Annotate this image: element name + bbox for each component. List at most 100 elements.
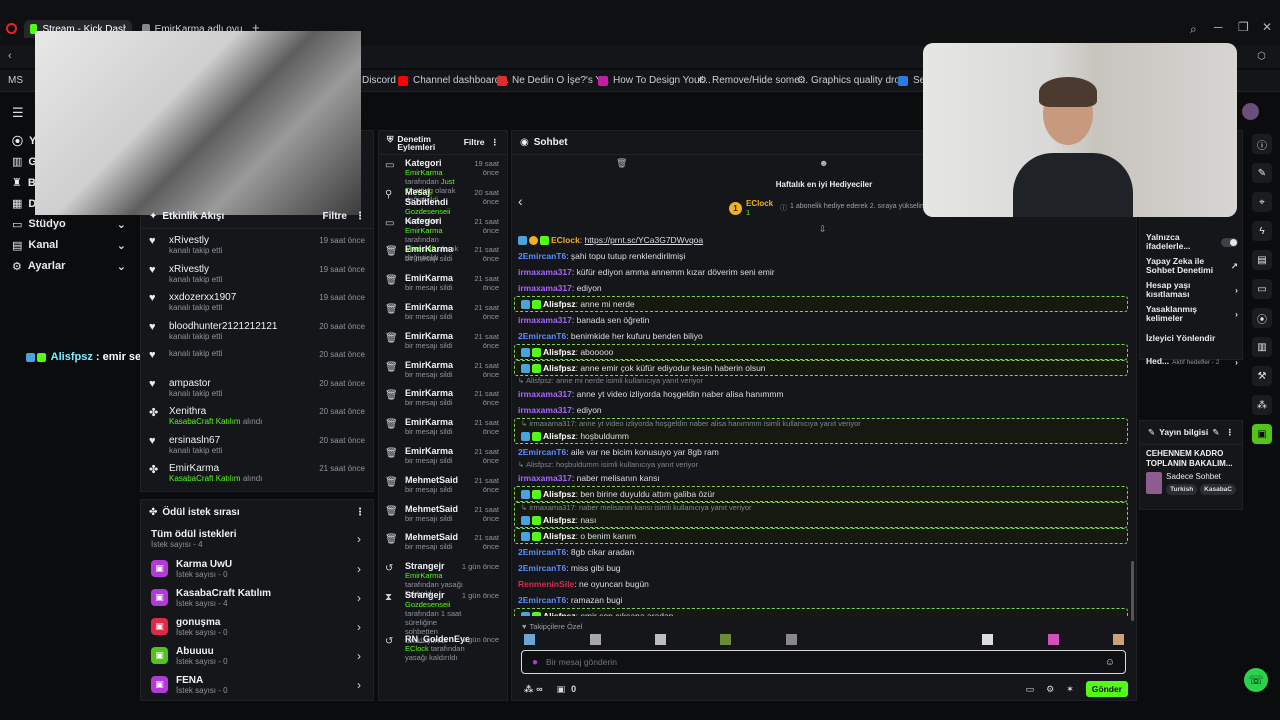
gear-icon[interactable]: ⚙ — [1046, 684, 1054, 695]
emote-icon[interactable] — [1113, 634, 1124, 645]
activity-row[interactable]: ✤ EmirKarma KasabaCraft Katılım alındı 21 s… — [141, 459, 373, 488]
chat-message[interactable]: ↳ irmaxama317: naber melisanın kansı isi… — [514, 502, 1128, 528]
more-options-icon[interactable]: ⋮ — [491, 137, 500, 148]
activity-user[interactable]: bloodhunter2121212121 — [169, 321, 277, 332]
chat-username[interactable]: irmaxama317 — [518, 389, 572, 399]
emote-icon[interactable] — [524, 634, 535, 645]
reward-row[interactable]: ▣ Karma UwU İstek sayısı - 0 › — [141, 554, 373, 583]
activity-row[interactable]: ♥ ersinasln67 kanalı takip etti 20 saat önc… — [141, 431, 373, 460]
gift-icon[interactable]: ▣ — [557, 684, 566, 695]
bookmark-ne-dedin[interactable]: Ne Dedin O İşe?'s Y... — [497, 75, 609, 86]
activity-user[interactable]: Xenithra — [169, 406, 262, 417]
chat-message[interactable]: Alisfpsz: anne emir çok küfür ediyodur k… — [514, 360, 1128, 376]
moderation-row[interactable]: 🗑 EmirKarma bir mesajı sildi 21 saat önce — [379, 241, 507, 270]
settings-row[interactable]: İzleyici Yönlendir — [1140, 326, 1244, 350]
hamburger-menu-icon[interactable]: ☰ — [12, 105, 24, 121]
emote-icon[interactable] — [590, 634, 601, 645]
moderation-row[interactable]: ↺ RN_GoldenEye EClock tarafından yasağı ka… — [379, 631, 507, 662]
send-button[interactable]: Gönder — [1085, 681, 1128, 697]
moderation-row[interactable]: 🗑 MehmetSaid bir mesajı sildi 21 saat önce — [379, 472, 507, 501]
top-gifter[interactable]: 1 EClock 1 — [729, 199, 773, 217]
moderation-row[interactable]: ▭ Kategori EmirKarma tarafından Just Chatt… — [379, 155, 507, 204]
settings-row[interactable]: Yalnızca ifadelerle... — [1140, 230, 1244, 254]
chat-username[interactable]: irmaxama317 — [518, 405, 572, 415]
search-icon[interactable]: ⌕ — [1190, 22, 1197, 37]
chat-username[interactable]: EClock — [551, 235, 580, 245]
chat-message[interactable]: 2EmircanT6: aile var ne bicim konusuyo y… — [512, 444, 1130, 460]
chat-username[interactable]: Alisfpsz — [543, 531, 576, 541]
activity-row[interactable]: ♥ bloodhunter2121212121 kanalı takip etti 2… — [141, 317, 373, 346]
info-icon[interactable]: ⓘ — [1252, 134, 1272, 154]
chat-link[interactable]: https://prnt.sc/YCa3G7DWvqoa — [585, 235, 704, 245]
moderation-row[interactable]: 🗑 EmirKarma bir mesajı sildi 21 saat önce — [379, 385, 507, 414]
moderation-row[interactable]: 🗑 EmirKarma bir mesajı sildi 21 saat önce — [379, 299, 507, 328]
back-icon[interactable]: ‹ — [8, 50, 12, 62]
share-icon[interactable]: ⁂ — [524, 684, 533, 695]
bookmark-channel-dashboard[interactable]: Channel dashboard... — [398, 75, 509, 86]
help-button[interactable]: ☏ — [1244, 668, 1268, 692]
chat-message-field[interactable] — [546, 657, 1097, 667]
extensions-icon[interactable]: ⬡ — [1257, 51, 1266, 62]
toggle-switch[interactable] — [1221, 237, 1238, 247]
activity-user[interactable]: xxdozerxx1907 — [169, 292, 236, 303]
server-icon[interactable]: ▥ — [1252, 337, 1272, 357]
activity-row[interactable]: ✤ Xenithra KasabaCraft Katılım alındı 20 sa… — [141, 402, 373, 431]
moderation-filter-button[interactable]: Filtre — [464, 137, 485, 148]
bookmark-remove-hide[interactable]: ⚙ Remove/Hide some... — [698, 75, 808, 86]
chat-message[interactable]: 2EmircanT6: ramazan bugi — [512, 592, 1130, 608]
moderator-name[interactable]: EmirKarma — [405, 571, 443, 580]
broadcast-icon[interactable]: ⦿ — [1252, 308, 1272, 328]
chat-message[interactable]: irmaxama317: banada sen öğretin — [512, 312, 1130, 328]
lightning-icon[interactable]: ϟ — [1252, 221, 1272, 241]
tag[interactable]: KasabaC — [1200, 484, 1236, 495]
chat-username[interactable]: 2EmircanT6 — [518, 447, 566, 457]
chat-username[interactable]: 2EmircanT6 — [518, 563, 566, 573]
activity-user[interactable]: xRivestly — [169, 235, 222, 246]
bookmark-se[interactable]: Se — [898, 75, 925, 86]
tag[interactable]: Turkish — [1166, 484, 1198, 495]
settings-row[interactable]: Yapay Zeka ile Sohbet Denetimi ↗ — [1140, 254, 1244, 278]
edit-icon[interactable]: ✎ — [1212, 427, 1219, 438]
nav-item-studio[interactable]: ▭ Stüdyo ⌄ — [0, 214, 138, 235]
wrench-icon[interactable]: ⚒ — [1252, 366, 1272, 386]
reward-row[interactable]: ▣ FENA İstek sayısı - 0 › — [141, 670, 373, 699]
moderator-name[interactable]: EClock — [405, 644, 429, 653]
chat-username[interactable]: Alisfpsz — [543, 299, 576, 309]
bookmark-graphics-quality[interactable]: ⚙ Graphics quality dro... — [797, 75, 908, 86]
edit-icon[interactable]: ✎ — [1252, 163, 1272, 183]
more-options-icon[interactable]: ⋮ — [355, 211, 365, 222]
moderator-name[interactable]: EmirKarma — [405, 226, 443, 235]
moderation-row[interactable]: ↺ Strangejr EmirKarma tarafından yasağı ka… — [379, 558, 507, 598]
chat-username[interactable]: Alisfpsz — [543, 515, 576, 525]
activity-row[interactable]: ♥ xRivestly kanalı takip etti 19 saat önce — [141, 231, 373, 260]
chat-username[interactable]: Alisfpsz — [543, 489, 576, 499]
chat-message[interactable]: Alisfpsz: ben birine duyuldu attım galib… — [514, 486, 1128, 502]
chat-username[interactable]: 2EmircanT6 — [518, 595, 566, 605]
activity-row[interactable]: ♥ kanalı takip etti 20 saat önce — [141, 345, 373, 374]
chat-message[interactable]: Alisfpsz: o benim kanım — [514, 528, 1128, 544]
more-options-icon[interactable]: ⋮ — [1226, 427, 1235, 438]
chat-message[interactable]: irmaxama317: anne yt video izliyorda hoş… — [512, 386, 1130, 402]
moderator-name[interactable]: Gozdesenseii — [405, 600, 450, 609]
emote-icon[interactable] — [1048, 634, 1059, 645]
star-icon[interactable]: ✶ — [1066, 684, 1074, 695]
chat-username[interactable]: irmaxama317 — [518, 315, 572, 325]
activity-user[interactable]: EmirKarma — [169, 463, 262, 474]
document-icon[interactable]: ▤ — [1252, 250, 1272, 270]
moderation-row[interactable]: 🗑 MehmetSaid bir mesajı sildi 21 saat önce — [379, 529, 507, 558]
activity-user[interactable]: ersinasln67 — [169, 435, 222, 446]
settings-row[interactable]: Hed... Aktif hedefler - 2 › — [1140, 350, 1244, 374]
activity-row[interactable]: ♥ xxdozerxx1907 kanalı takip etti 19 saat ö… — [141, 288, 373, 317]
chat-username[interactable]: Alisfpsz — [543, 431, 576, 441]
chat-input[interactable]: ● ☺ — [521, 650, 1126, 674]
activity-row[interactable]: ♥ ampastor kanalı takip etti 20 saat önce — [141, 374, 373, 403]
avatar[interactable] — [1242, 103, 1259, 120]
moderation-row[interactable]: 🗑 EmirKarma bir mesajı sildi 21 saat önce — [379, 443, 507, 472]
chat-message[interactable]: Alisfpsz: anne mi nerde — [514, 296, 1128, 312]
reward-row[interactable]: ▣ gonuşma İstek sayısı - 0 › — [141, 612, 373, 641]
chat-message[interactable]: irmaxama317: ediyon — [512, 402, 1130, 418]
emote-icon[interactable]: ☻ — [819, 158, 828, 168]
chat-username[interactable]: RenmeninSile — [518, 579, 574, 589]
moderation-row[interactable]: 🗑 EmirKarma bir mesajı sildi 21 saat önce — [379, 328, 507, 357]
chat-bubble-icon[interactable]: ▭ — [1026, 684, 1035, 695]
